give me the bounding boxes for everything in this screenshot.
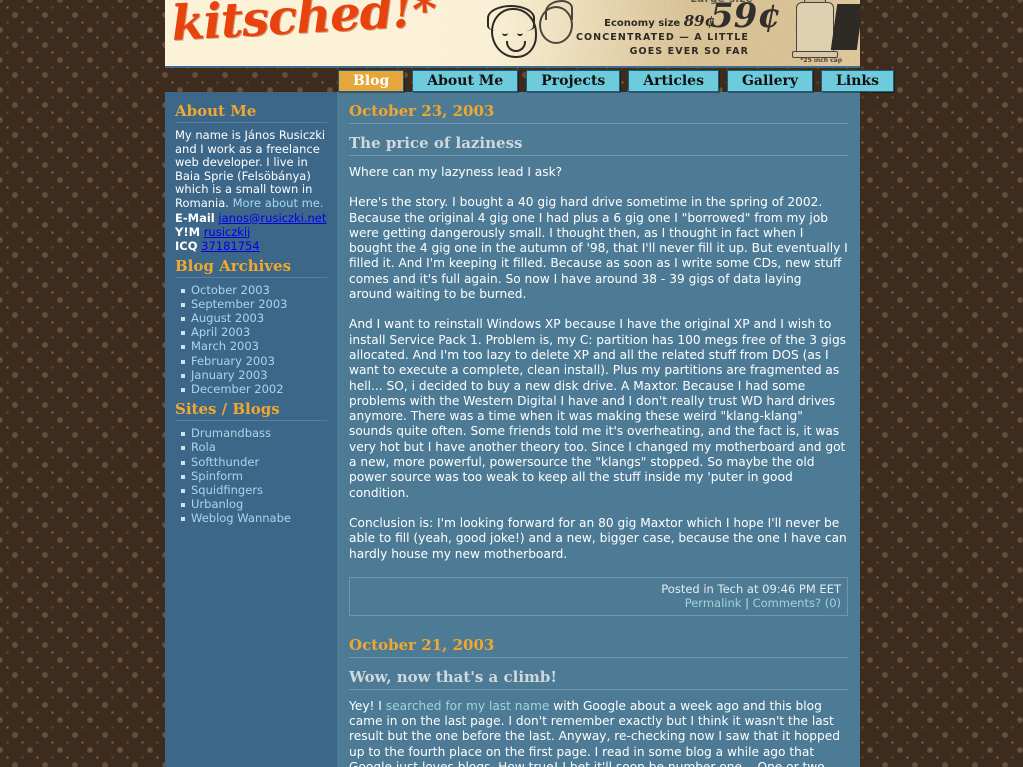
ad-economy-price: Economy size 89¢: [604, 12, 715, 30]
list-item[interactable]: September 2003: [181, 297, 327, 311]
sidebar-heading-about: About Me: [175, 102, 327, 123]
tab-blog[interactable]: Blog: [338, 70, 405, 92]
archive-link[interactable]: October 2003: [191, 283, 270, 297]
about-me-text: My name is János Rusiczki and I work as …: [175, 128, 327, 211]
list-item[interactable]: December 2002: [181, 382, 327, 396]
bottle-caption: *25 inch cap: [800, 57, 842, 64]
ad-economy-value: 89¢: [683, 12, 715, 30]
archive-link[interactable]: September 2003: [191, 297, 288, 311]
tab-links[interactable]: Links: [821, 70, 894, 92]
second-face-icon: [539, 0, 573, 44]
contact-yim-row: Y!M rusiczkij: [175, 225, 327, 239]
site-link[interactable]: Squidfingers: [191, 483, 263, 497]
site-link[interactable]: Spinform: [191, 469, 243, 483]
list-item[interactable]: Rola: [181, 440, 327, 454]
woman-face-icon: [487, 5, 537, 58]
entry-body: Yey! I searched for my last name with Go…: [349, 699, 848, 767]
ad-dark-panel: [830, 4, 860, 50]
ad-economy-label: Economy size: [604, 18, 681, 29]
list-item[interactable]: February 2003: [181, 354, 327, 368]
entry-date: October 23, 2003: [349, 102, 848, 124]
entry-paragraph: Yey! I searched for my last name with Go…: [349, 699, 848, 767]
comments-link[interactable]: Comments? (0): [753, 596, 841, 610]
tab-articles[interactable]: Articles: [628, 70, 719, 92]
archive-link[interactable]: August 2003: [191, 311, 264, 325]
list-item[interactable]: Softthunder: [181, 455, 327, 469]
icq-link[interactable]: 37181754: [201, 239, 260, 253]
list-item[interactable]: August 2003: [181, 311, 327, 325]
posted-meta: Posted in Tech at 09:46 PM EET: [661, 581, 841, 596]
entry-title: Wow, now that's a climb!: [349, 668, 848, 690]
content-area: About Me My name is János Rusiczki and I…: [165, 92, 860, 767]
blog-archives-list: October 2003 September 2003 August 2003 …: [175, 283, 327, 397]
archive-link[interactable]: April 2003: [191, 325, 250, 339]
list-item[interactable]: Squidfingers: [181, 483, 327, 497]
contact-email-row: E-Mail janos@rusiczki.net: [175, 211, 327, 225]
sidebar-heading-archives: Blog Archives: [175, 257, 327, 278]
site-link[interactable]: Urbanlog: [191, 497, 243, 511]
bottle-illustration: *25 inch cap: [790, 0, 842, 64]
permalink-link[interactable]: Permalink: [685, 596, 742, 610]
site-logo[interactable]: kitsched!*: [170, 0, 438, 52]
list-item[interactable]: Urbanlog: [181, 497, 327, 511]
tab-projects[interactable]: Projects: [526, 70, 621, 92]
ad-slogan-line-1: CONCENTRATED — A LITTLE: [575, 32, 749, 43]
masthead-banner: kitsched!* Large size 59¢ Economy size 8…: [165, 0, 860, 68]
entry-paragraph: Here's the story. I bought a 40 gig hard…: [349, 195, 848, 302]
sites-blogs-list: Drumandbass Rola Softthunder Spinform Sq…: [175, 427, 327, 525]
email-label: E-Mail: [175, 210, 215, 225]
search-result-link[interactable]: searched for my last name: [386, 699, 550, 713]
main-content: October 23, 2003 The price of laziness W…: [337, 92, 860, 767]
icq-label: ICQ: [175, 238, 198, 253]
list-item[interactable]: January 2003: [181, 368, 327, 382]
archive-link[interactable]: January 2003: [191, 368, 268, 382]
page-container: kitsched!* Large size 59¢ Economy size 8…: [165, 0, 894, 767]
main-navigation: Blog About Me Projects Articles Gallery …: [338, 70, 894, 92]
site-link[interactable]: Rola: [191, 440, 216, 454]
email-link[interactable]: janos@rusiczki.net: [218, 211, 326, 225]
list-item[interactable]: Spinform: [181, 469, 327, 483]
entry-footer-links: Permalink | Comments? (0): [356, 596, 841, 610]
archive-link[interactable]: December 2002: [191, 382, 284, 396]
list-item[interactable]: Weblog Wannabe: [181, 511, 327, 525]
sidebar: About Me My name is János Rusiczki and I…: [165, 92, 337, 767]
entry-paragraph: And I want to reinstall Windows XP becau…: [349, 317, 847, 500]
entry-body: Where can my lazyness lead I ask? Here's…: [349, 165, 848, 562]
tab-gallery[interactable]: Gallery: [726, 70, 814, 92]
site-link[interactable]: Softthunder: [191, 455, 259, 469]
site-link[interactable]: Weblog Wannabe: [191, 511, 291, 525]
entry-paragraph: Where can my lazyness lead I ask?: [349, 165, 563, 179]
yim-link[interactable]: rusiczkij: [204, 225, 251, 239]
list-item[interactable]: October 2003: [181, 283, 327, 297]
footer-separator: |: [745, 595, 749, 610]
yim-label: Y!M: [175, 224, 201, 239]
list-item[interactable]: Drumandbass: [181, 426, 327, 440]
archive-link[interactable]: February 2003: [191, 354, 275, 368]
site-link[interactable]: Drumandbass: [191, 426, 271, 440]
ad-slogan-line-2: GOES EVER SO FAR: [629, 46, 749, 57]
more-about-me-link[interactable]: More about me.: [233, 196, 324, 210]
contact-icq-row: ICQ 37181754: [175, 239, 327, 253]
entry-paragraph: Conclusion is: I'm looking forward for a…: [349, 515, 847, 561]
archive-link[interactable]: March 2003: [191, 339, 259, 353]
entry-date: October 21, 2003: [349, 636, 848, 658]
list-item[interactable]: April 2003: [181, 325, 327, 339]
sidebar-heading-sites: Sites / Blogs: [175, 400, 327, 422]
paragraph-text-before: Yey! I: [349, 698, 386, 713]
entry-title: The price of laziness: [349, 134, 848, 156]
entry-footer: Posted in Tech at 09:46 PM EET Permalink…: [349, 576, 848, 616]
list-item[interactable]: March 2003: [181, 339, 327, 353]
ad-price-large: 59¢: [710, 0, 781, 36]
tab-about-me[interactable]: About Me: [412, 70, 519, 92]
